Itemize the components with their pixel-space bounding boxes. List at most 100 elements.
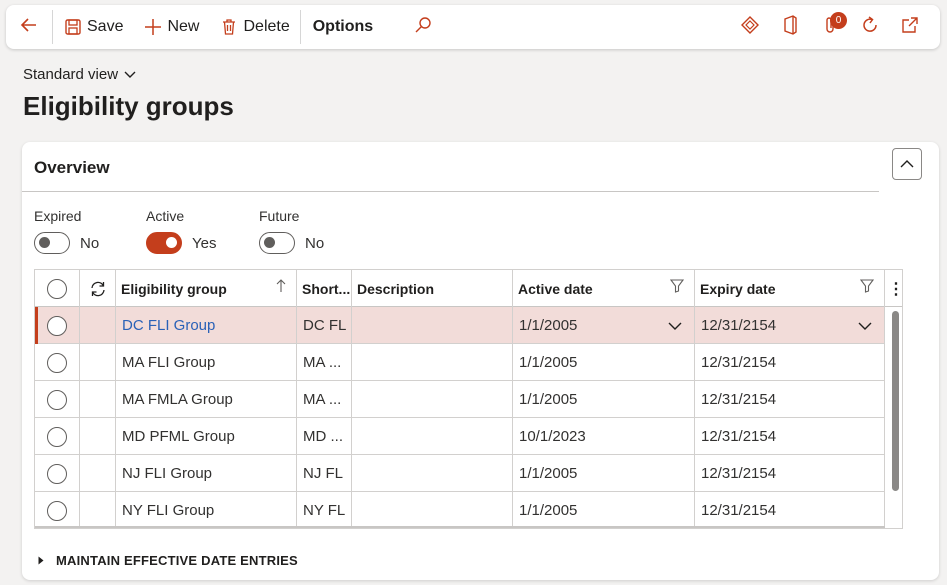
row-select-radio[interactable]	[47, 500, 67, 521]
column-label: Eligibility group	[121, 280, 227, 297]
new-button[interactable]: New	[133, 5, 209, 49]
select-all-cell[interactable]	[35, 270, 80, 307]
view-selector[interactable]: Standard view	[23, 66, 136, 83]
expired-toggle[interactable]	[34, 232, 70, 254]
column-header-description[interactable]: Description	[352, 270, 513, 307]
cell-expiry-date[interactable]: 12/31/2154	[695, 492, 885, 528]
cell-active-date[interactable]: 1/1/2005	[513, 381, 695, 418]
active-toggle[interactable]	[146, 232, 182, 254]
row-select-cell[interactable]	[35, 307, 80, 344]
chevron-down-icon[interactable]	[858, 318, 872, 335]
delete-button[interactable]: Delete	[209, 5, 299, 49]
cell-expiry-date[interactable]: 12/31/2154	[695, 344, 885, 381]
row-empty-cell	[80, 344, 116, 381]
row-select-cell[interactable]	[35, 492, 80, 528]
active-date-value: 1/1/2005	[519, 391, 578, 408]
column-header-short[interactable]: Short...	[297, 270, 352, 307]
cell-short[interactable]: NY FL	[297, 492, 352, 528]
collapse-button[interactable]	[892, 148, 922, 180]
cell-active-date[interactable]: 10/1/2023	[513, 418, 695, 455]
row-select-cell[interactable]	[35, 344, 80, 381]
cell-description[interactable]	[352, 307, 513, 344]
cell-eligibility-group[interactable]: NJ FLI Group	[116, 455, 297, 492]
action-pane: Save New Delete Options 0	[6, 5, 940, 49]
new-label: New	[167, 18, 200, 35]
cell-short[interactable]: NJ FL	[297, 455, 352, 492]
grid-refresh-cell[interactable]	[80, 270, 116, 307]
cell-expiry-date[interactable]: 12/31/2154	[695, 381, 885, 418]
table-row[interactable]: NJ FLI Group NJ FL 1/1/2005 12/31/2154	[35, 455, 885, 492]
power-platform-button[interactable]	[730, 5, 770, 49]
overview-title: Overview	[34, 158, 110, 177]
row-select-radio[interactable]	[47, 389, 67, 410]
refresh-icon	[860, 15, 880, 40]
row-select-radio[interactable]	[47, 352, 67, 373]
filter-icon[interactable]	[859, 279, 875, 296]
filter-active: Active Yes	[146, 208, 216, 254]
row-select-cell[interactable]	[35, 455, 80, 492]
column-header-eligibility-group[interactable]: Eligibility group	[116, 270, 297, 307]
future-toggle[interactable]	[259, 232, 295, 254]
office-button[interactable]	[770, 5, 810, 49]
cell-eligibility-group[interactable]: DC FLI Group	[116, 307, 297, 344]
table-row[interactable]: NY FLI Group NY FL 1/1/2005 12/31/2154	[35, 492, 885, 528]
cell-short[interactable]: MA ...	[297, 381, 352, 418]
cell-eligibility-group[interactable]: MD PFML Group	[116, 418, 297, 455]
chevron-up-icon	[900, 155, 914, 173]
cell-expiry-date[interactable]: 12/31/2154	[695, 418, 885, 455]
row-select-cell[interactable]	[35, 381, 80, 418]
options-tab[interactable]: Options	[301, 5, 385, 49]
sort-ascending-icon	[276, 279, 286, 296]
cell-active-date[interactable]: 1/1/2005	[513, 455, 695, 492]
expiry-date-value: 12/31/2154	[701, 465, 777, 482]
cell-active-date[interactable]: 1/1/2005	[513, 307, 695, 344]
cell-eligibility-group[interactable]: MA FMLA Group	[116, 381, 297, 418]
overview-header[interactable]: Overview	[22, 142, 879, 192]
cell-short[interactable]: MD ...	[297, 418, 352, 455]
cell-active-date[interactable]: 1/1/2005	[513, 344, 695, 381]
row-select-cell[interactable]	[35, 418, 80, 455]
back-button[interactable]	[6, 5, 52, 49]
table-row[interactable]: DC FLI Group DC FL 1/1/2005 12/31/2154	[35, 307, 885, 344]
cell-eligibility-group[interactable]: MA FLI Group	[116, 344, 297, 381]
cell-active-date[interactable]: 1/1/2005	[513, 492, 695, 528]
column-header-expiry-date[interactable]: Expiry date	[695, 270, 885, 307]
cell-expiry-date[interactable]: 12/31/2154	[695, 455, 885, 492]
search-button[interactable]	[403, 5, 443, 49]
active-toggle-value: Yes	[192, 234, 217, 252]
open-new-window-button[interactable]	[890, 5, 930, 49]
active-date-value: 1/1/2005	[519, 502, 578, 519]
scrollbar-thumb[interactable]	[892, 311, 899, 491]
cell-description[interactable]	[352, 492, 513, 528]
cell-description[interactable]	[352, 344, 513, 381]
attachments-button[interactable]: 0	[810, 5, 850, 49]
cell-eligibility-group[interactable]: NY FLI Group	[116, 492, 297, 528]
chevron-down-icon[interactable]	[668, 318, 682, 335]
toolbar-right-icons: 0	[730, 5, 930, 49]
select-all-radio[interactable]	[47, 278, 67, 299]
row-select-radio[interactable]	[47, 315, 67, 336]
save-button[interactable]: Save	[53, 5, 133, 49]
cell-short[interactable]: DC FL	[297, 307, 352, 344]
table-row[interactable]: MD PFML Group MD ... 10/1/2023 12/31/2154	[35, 418, 885, 455]
row-select-radio[interactable]	[47, 426, 67, 447]
popout-icon	[900, 15, 920, 40]
more-options-icon[interactable]: ⋮	[888, 270, 902, 307]
vertical-scrollbar[interactable]	[888, 307, 902, 528]
refresh-button[interactable]	[850, 5, 890, 49]
filter-icon[interactable]	[669, 279, 685, 296]
row-empty-cell	[80, 307, 116, 344]
trash-icon	[219, 17, 239, 37]
table-row[interactable]: MA FLI Group MA ... 1/1/2005 12/31/2154	[35, 344, 885, 381]
cell-expiry-date[interactable]: 12/31/2154	[695, 307, 885, 344]
cell-description[interactable]	[352, 381, 513, 418]
cell-short[interactable]: MA ...	[297, 344, 352, 381]
cell-description[interactable]	[352, 455, 513, 492]
cell-description[interactable]	[352, 418, 513, 455]
horizontal-scrollbar[interactable]	[35, 526, 885, 528]
maintain-effective-date-section[interactable]: MAINTAIN EFFECTIVE DATE ENTRIES	[38, 553, 298, 568]
table-row[interactable]: MA FMLA Group MA ... 1/1/2005 12/31/2154	[35, 381, 885, 418]
column-header-active-date[interactable]: Active date	[513, 270, 695, 307]
column-label: Short...	[302, 280, 351, 297]
row-select-radio[interactable]	[47, 463, 67, 484]
